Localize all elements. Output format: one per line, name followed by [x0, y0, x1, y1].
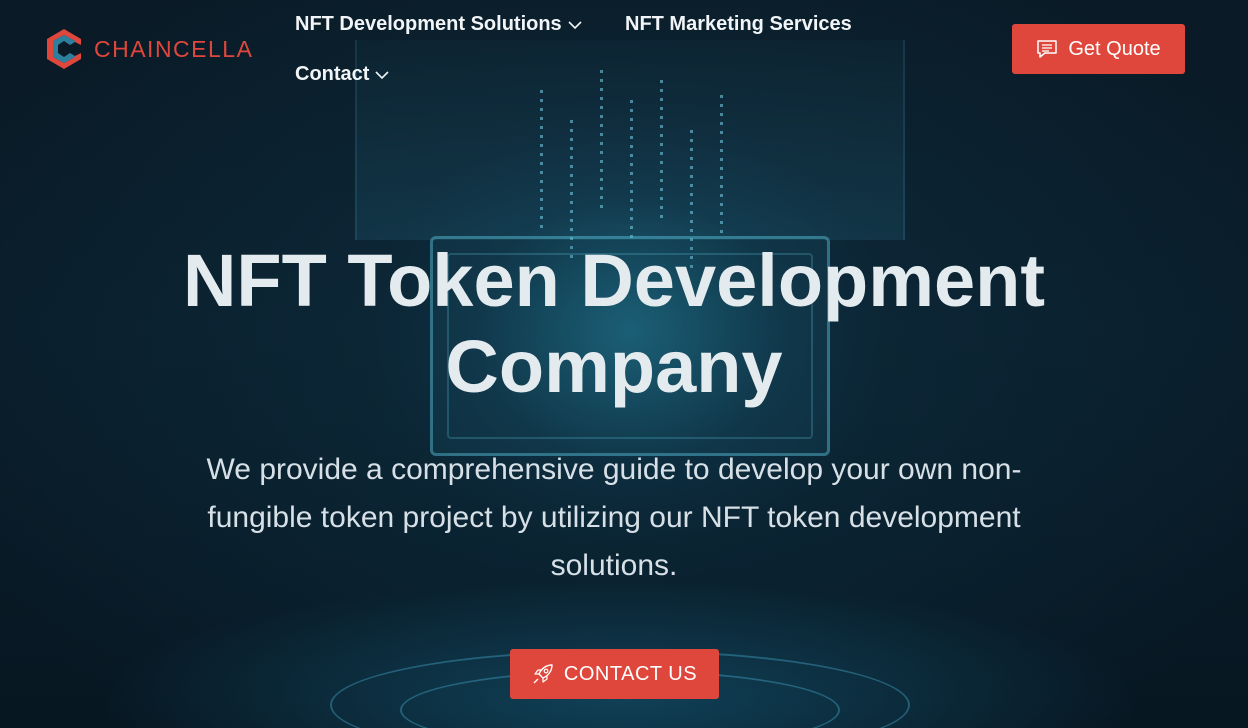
- brand-logo[interactable]: CHAINCELLA: [44, 28, 253, 70]
- brand-name: CHAINCELLA: [94, 35, 254, 62]
- nav-item-label: Contact: [295, 63, 370, 85]
- hero-title: NFT Token Development Company: [182, 239, 1046, 408]
- data-rain-graphic: [720, 95, 723, 235]
- hero-subtitle: We provide a comprehensive guide to deve…: [206, 453, 1022, 582]
- contact-us-label: CONTACT US: [563, 662, 698, 685]
- nav-item-nft-marketing-services[interactable]: NFT Marketing Services: [625, 13, 852, 36]
- chaincella-logo-icon: [47, 29, 81, 69]
- nav-item-label: NFT Marketing Services: [625, 13, 852, 35]
- data-rain-graphic: [660, 80, 663, 220]
- data-rain-graphic: [540, 90, 543, 230]
- chat-message-icon: [1037, 40, 1058, 58]
- site-header: CHAINCELLA NFT Development Solutions NFT…: [0, 0, 1248, 100]
- rocket-icon: [533, 664, 553, 684]
- data-rain-graphic: [630, 100, 633, 240]
- contact-us-button[interactable]: CONTACT US: [510, 649, 719, 699]
- nav-item-nft-development-solutions[interactable]: NFT Development Solutions: [295, 13, 582, 36]
- chevron-down-icon: [568, 20, 582, 29]
- nav-item-contact[interactable]: Contact: [295, 63, 390, 86]
- get-quote-button[interactable]: Get Quote: [1012, 24, 1185, 74]
- get-quote-label: Get Quote: [1068, 37, 1161, 60]
- chevron-down-icon: [375, 70, 390, 79]
- nav-item-label: NFT Development Solutions: [295, 13, 562, 35]
